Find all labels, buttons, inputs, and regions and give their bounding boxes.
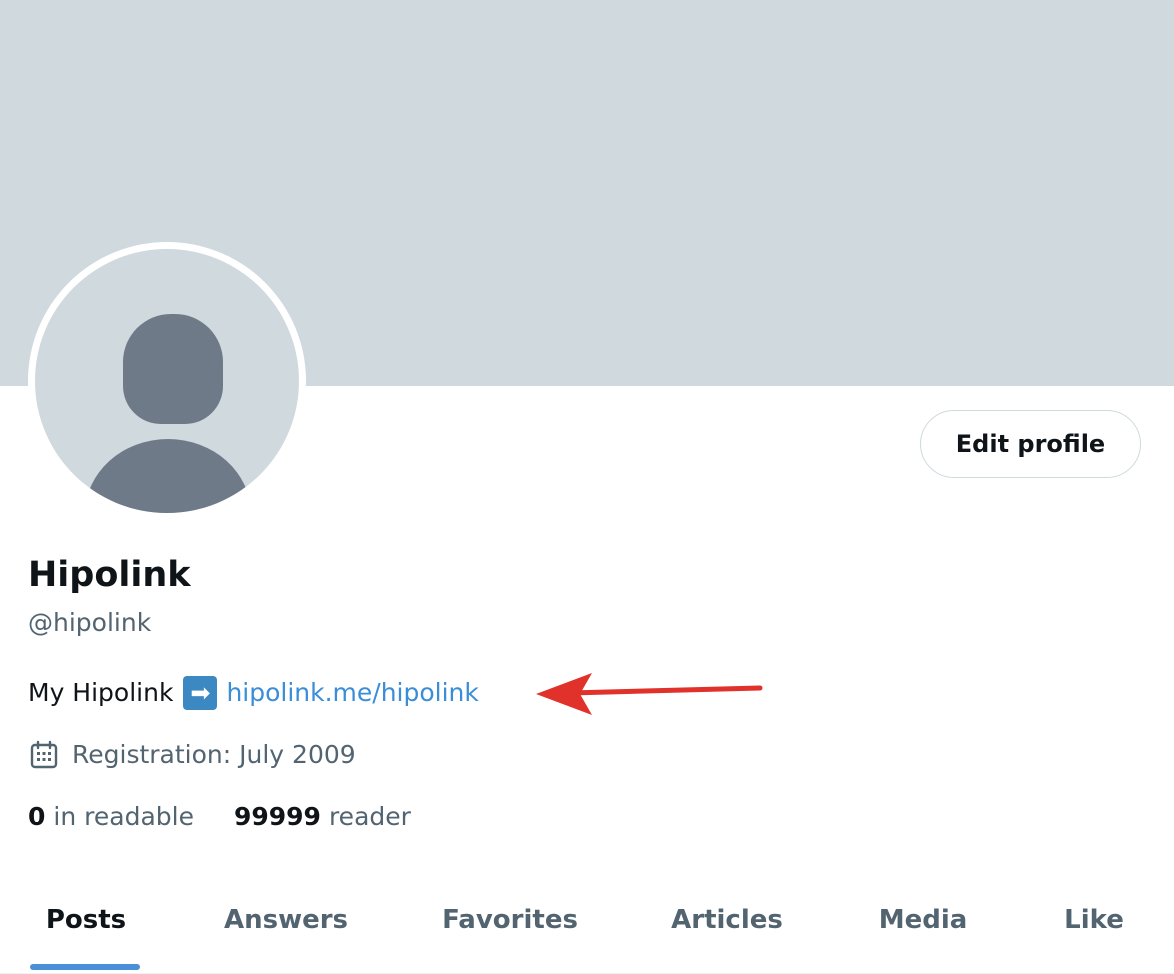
following-label: in readable	[53, 802, 194, 831]
bio-text: My Hipolink	[28, 678, 174, 707]
followers-label: reader	[328, 802, 411, 831]
following-count: 0	[28, 802, 46, 831]
red-arrow-icon	[536, 673, 763, 715]
followers-stat[interactable]: 99999 reader	[234, 800, 411, 834]
edit-profile-button[interactable]: Edit profile	[920, 410, 1141, 478]
followers-count: 99999	[233, 802, 321, 831]
profile-avatar[interactable]	[28, 242, 306, 520]
tab-favorites[interactable]: Favorites	[430, 870, 590, 970]
profile-bio: My Hipolink ➡ hipolink.me/hipolink	[28, 675, 479, 711]
tab-articles[interactable]: Articles	[658, 870, 796, 970]
active-tab-indicator	[30, 964, 140, 970]
tab-posts[interactable]: Posts	[30, 870, 142, 970]
registration-date: Registration: July 2009	[28, 738, 356, 772]
avatar-body-shape	[85, 439, 251, 513]
right-arrow-emoji-icon: ➡	[183, 676, 218, 710]
default-avatar-icon	[35, 249, 299, 513]
tab-media[interactable]: Media	[864, 870, 982, 970]
bio-link[interactable]: hipolink.me/hipolink	[226, 675, 478, 711]
avatar-head-shape	[123, 314, 223, 424]
tab-like[interactable]: Like	[1030, 870, 1158, 970]
tab-answers[interactable]: Answers	[210, 870, 362, 970]
calendar-icon	[30, 740, 58, 769]
profile-page: Edit profile Hipolink @hipolink My Hipol…	[0, 0, 1174, 974]
profile-tabs: Posts Answers Favorites Articles Media L…	[0, 870, 1174, 974]
following-stat[interactable]: 0 in readable	[28, 800, 194, 834]
follow-stats: 0 in readable 99999 reader	[28, 800, 411, 834]
profile-handle: @hipolink	[28, 608, 152, 637]
profile-name: Hipolink	[28, 555, 191, 595]
registration-text: Registration: July 2009	[72, 740, 356, 769]
